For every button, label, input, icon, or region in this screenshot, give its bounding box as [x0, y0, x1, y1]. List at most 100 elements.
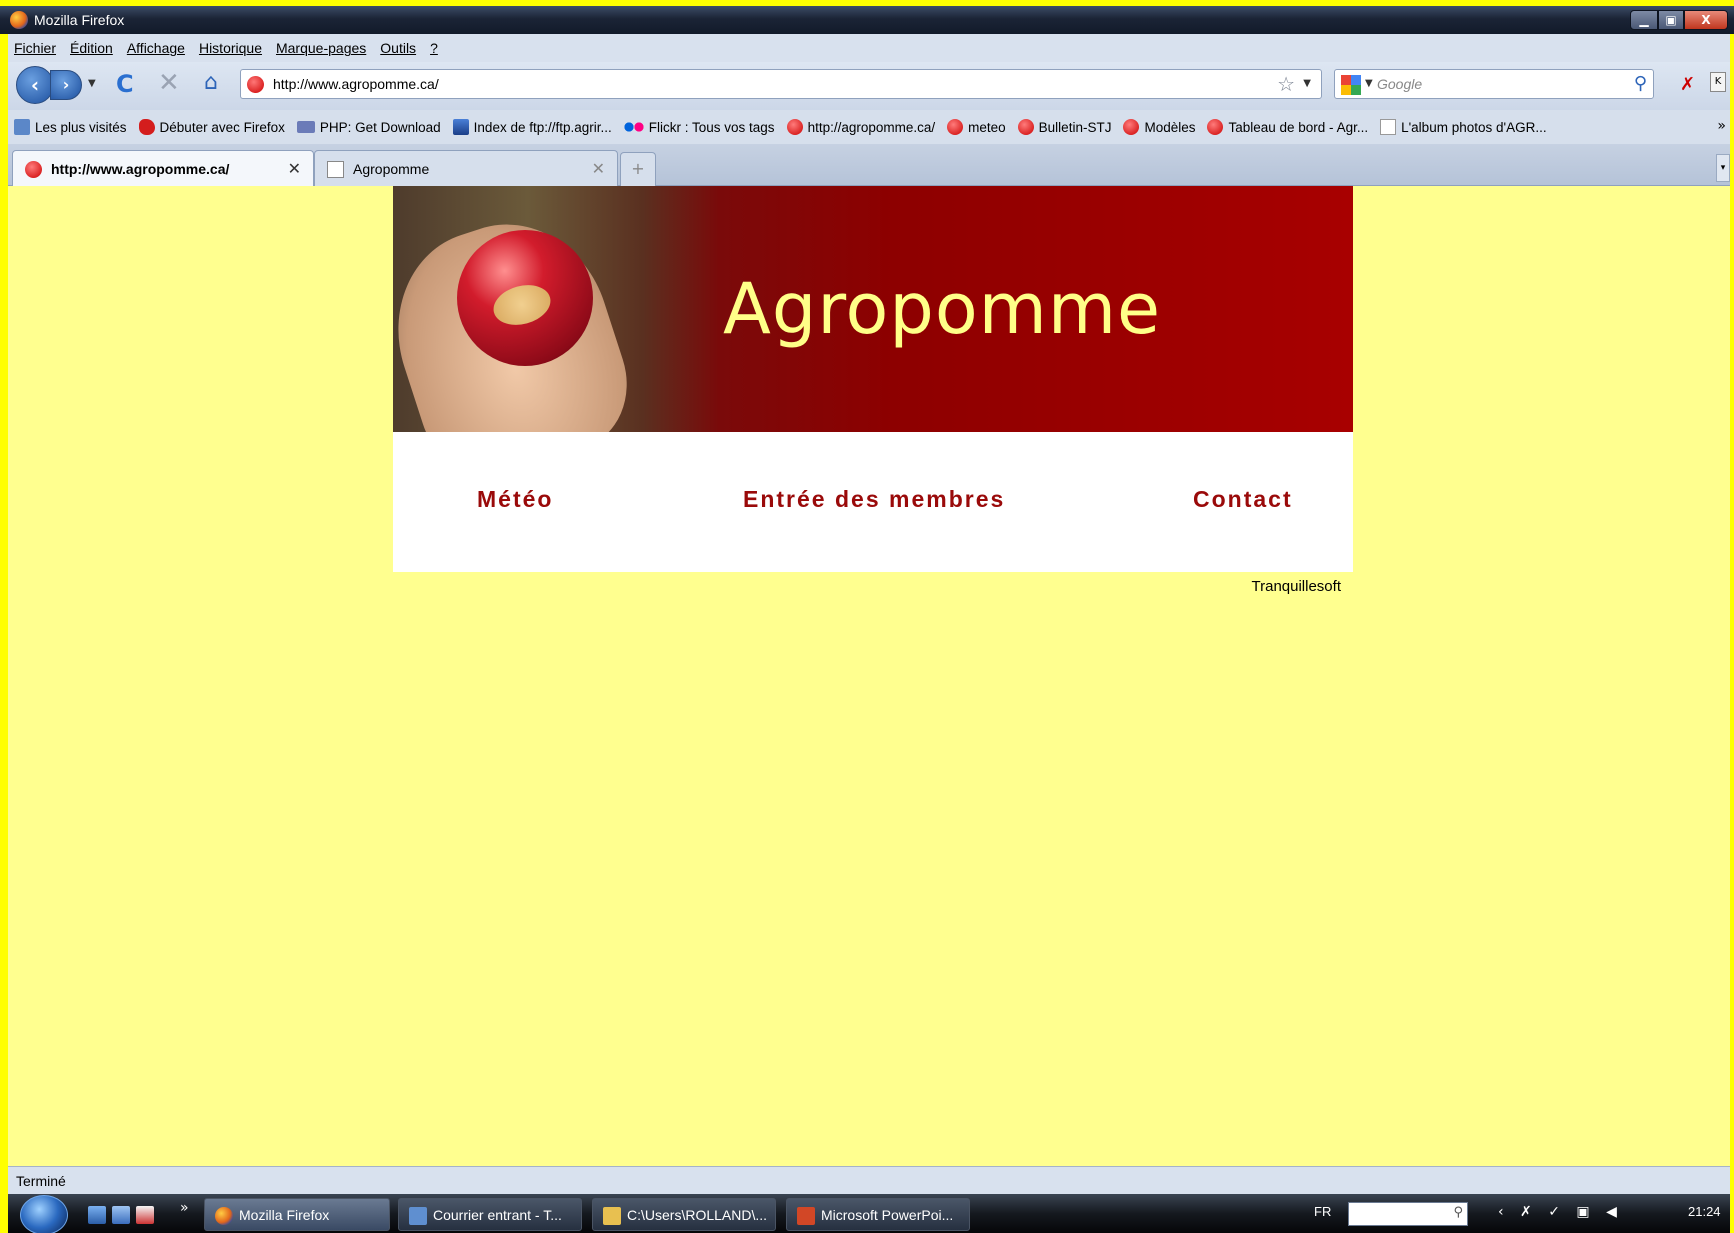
- quicklaunch-app-icon[interactable]: [136, 1206, 154, 1224]
- nav-link-contact[interactable]: Contact: [1193, 486, 1293, 513]
- taskbar-mail[interactable]: Courrier entrant - T...: [398, 1198, 582, 1231]
- system-tray-icons[interactable]: ‹ ✗ ✓ ▣ ◀: [1498, 1204, 1623, 1220]
- bookmark-label: Flickr : Tous vos tags: [648, 119, 775, 135]
- computer-icon: [452, 119, 469, 135]
- stop-icon[interactable]: ✕: [158, 68, 180, 98]
- show-desktop-icon[interactable]: [88, 1206, 106, 1224]
- bookmark-label: Bulletin-STJ: [1038, 119, 1112, 135]
- bookmark-item[interactable]: Tableau de bord - Agr...: [1207, 119, 1368, 135]
- taskbar-search-field[interactable]: ⚲: [1348, 1202, 1468, 1226]
- task-label: Mozilla Firefox: [239, 1207, 330, 1223]
- close-tab-icon[interactable]: ✕: [288, 159, 301, 178]
- bookmarks-toolbar: Les plus visités Débuter avec Firefox PH…: [8, 110, 1730, 144]
- bookmark-label: Tableau de bord - Agr...: [1228, 119, 1369, 135]
- start-button[interactable]: [20, 1195, 68, 1233]
- bookmark-label: PHP: Get Download: [319, 119, 441, 135]
- bookmark-label: http://agropomme.ca/: [807, 119, 936, 135]
- nav-link-membres[interactable]: Entrée des membres: [743, 486, 1005, 513]
- maximize-button[interactable]: ▣: [1658, 10, 1684, 30]
- menu-help[interactable]: ?: [430, 40, 438, 56]
- apple-favicon-icon: [25, 161, 42, 178]
- bookmark-item[interactable]: meteo: [947, 119, 1006, 135]
- bookmark-label: meteo: [968, 119, 1006, 135]
- menu-affichage[interactable]: Affichage: [127, 40, 185, 56]
- document-icon: [327, 161, 344, 178]
- bookmark-item[interactable]: Modèles: [1123, 119, 1195, 135]
- bookmark-item[interactable]: http://agropomme.ca/: [786, 119, 936, 135]
- bookmark-item[interactable]: L'album photos d'AGR...: [1380, 119, 1547, 135]
- apple-icon: [1207, 119, 1224, 135]
- new-tab-button[interactable]: +: [620, 152, 656, 186]
- taskbar-powerpoint[interactable]: Microsoft PowerPoi...: [786, 1198, 970, 1231]
- navigation-toolbar: ‹ › ▼ C ✕ ⌂ http://www.agropomme.ca/ ☆ ▼…: [8, 62, 1730, 110]
- apple-icon: [947, 119, 964, 135]
- tab-label: Agropomme: [353, 161, 430, 177]
- url-bar[interactable]: http://www.agropomme.ca/ ☆ ▼: [240, 69, 1322, 99]
- bookmark-item[interactable]: Débuter avec Firefox: [138, 119, 285, 135]
- menu-marque-pages[interactable]: Marque-pages: [276, 40, 366, 56]
- tab-bar: http://www.agropomme.ca/ ✕ Agropomme ✕ +…: [8, 144, 1730, 186]
- tab-agropomme[interactable]: Agropomme ✕: [314, 150, 618, 186]
- site-nav: Météo Entrée des membres Contact: [393, 432, 1353, 572]
- tab-agropomme-url[interactable]: http://www.agropomme.ca/ ✕: [12, 150, 314, 186]
- redbird-icon: [138, 119, 155, 135]
- status-bar: Terminé: [8, 1166, 1730, 1194]
- menu-edition[interactable]: Édition: [70, 40, 113, 56]
- task-label: Microsoft PowerPoi...: [821, 1207, 954, 1223]
- switch-windows-icon[interactable]: [112, 1206, 130, 1224]
- bookmark-label: Index de ftp://ftp.agrir...: [473, 119, 612, 135]
- page-viewport: Agropomme Météo Entrée des membres Conta…: [8, 186, 1730, 1166]
- taskbar-explorer[interactable]: C:\Users\ROLLAND\...: [592, 1198, 776, 1231]
- site-favicon-icon: [247, 76, 264, 93]
- back-button[interactable]: ‹: [16, 66, 54, 104]
- menu-bar: Fichier Édition Affichage Historique Mar…: [8, 34, 1730, 62]
- window-title: Mozilla Firefox: [34, 12, 125, 28]
- menu-historique[interactable]: Historique: [199, 40, 262, 56]
- close-tab-icon[interactable]: ✕: [592, 159, 605, 178]
- home-icon[interactable]: ⌂: [204, 70, 218, 95]
- bookmark-item[interactable]: Index de ftp://ftp.agrir...: [452, 119, 612, 135]
- window-titlebar: Mozilla Firefox ▁ ▣ X: [0, 6, 1734, 34]
- bookmark-item[interactable]: Flickr : Tous vos tags: [623, 119, 775, 135]
- forward-button[interactable]: ›: [50, 70, 82, 100]
- reload-icon[interactable]: C: [116, 70, 134, 98]
- task-label: C:\Users\ROLLAND\...: [627, 1207, 768, 1223]
- clock[interactable]: 21:24: [1688, 1204, 1721, 1219]
- google-engine-icon[interactable]: [1341, 75, 1361, 95]
- search-icon[interactable]: ⚲: [1634, 73, 1647, 94]
- quicklaunch-overflow-icon[interactable]: »: [180, 1200, 189, 1216]
- search-bar[interactable]: ▼ Google ⚲: [1334, 69, 1654, 99]
- bookmark-label: Les plus visités: [35, 119, 127, 135]
- mail-icon: [409, 1207, 427, 1225]
- tab-list-button[interactable]: ▾: [1716, 154, 1730, 182]
- history-dropdown-icon[interactable]: ▼: [88, 78, 96, 89]
- language-indicator[interactable]: FR: [1314, 1204, 1331, 1219]
- url-text[interactable]: http://www.agropomme.ca/: [273, 76, 439, 92]
- addon-icon[interactable]: ✗: [1680, 74, 1695, 95]
- site-title: Agropomme: [723, 268, 1162, 350]
- bookmark-item[interactable]: Bulletin-STJ: [1017, 119, 1112, 135]
- close-window-button[interactable]: X: [1684, 10, 1728, 30]
- powerpoint-icon: [797, 1207, 815, 1225]
- menu-outils[interactable]: Outils: [380, 40, 416, 56]
- bookmarks-overflow-button[interactable]: »: [1717, 118, 1726, 134]
- search-icon[interactable]: ⚲: [1453, 1205, 1463, 1220]
- engine-dropdown-icon[interactable]: ▼: [1365, 78, 1373, 89]
- minimize-button[interactable]: ▁: [1630, 10, 1658, 30]
- nav-link-meteo[interactable]: Météo: [477, 486, 553, 513]
- addon-k-icon[interactable]: K: [1710, 72, 1726, 92]
- credit-link[interactable]: Tranquillesoft: [1252, 578, 1342, 595]
- url-dropdown-icon[interactable]: ▼: [1303, 78, 1311, 89]
- apple-icon: [786, 119, 803, 135]
- bookmark-item[interactable]: PHP: Get Download: [296, 119, 441, 135]
- apple-icon: [1123, 119, 1140, 135]
- bookmark-item[interactable]: Les plus visités: [14, 119, 127, 135]
- site-banner: Agropomme: [393, 186, 1353, 432]
- search-placeholder[interactable]: Google: [1377, 76, 1422, 92]
- menu-fichier[interactable]: Fichier: [14, 40, 56, 56]
- taskbar-firefox[interactable]: Mozilla Firefox: [204, 1198, 390, 1231]
- window-controls: ▁ ▣ X: [1630, 10, 1728, 32]
- apple-icon: [1017, 119, 1034, 135]
- bookmark-star-icon[interactable]: ☆: [1277, 72, 1295, 96]
- status-text: Terminé: [16, 1173, 66, 1189]
